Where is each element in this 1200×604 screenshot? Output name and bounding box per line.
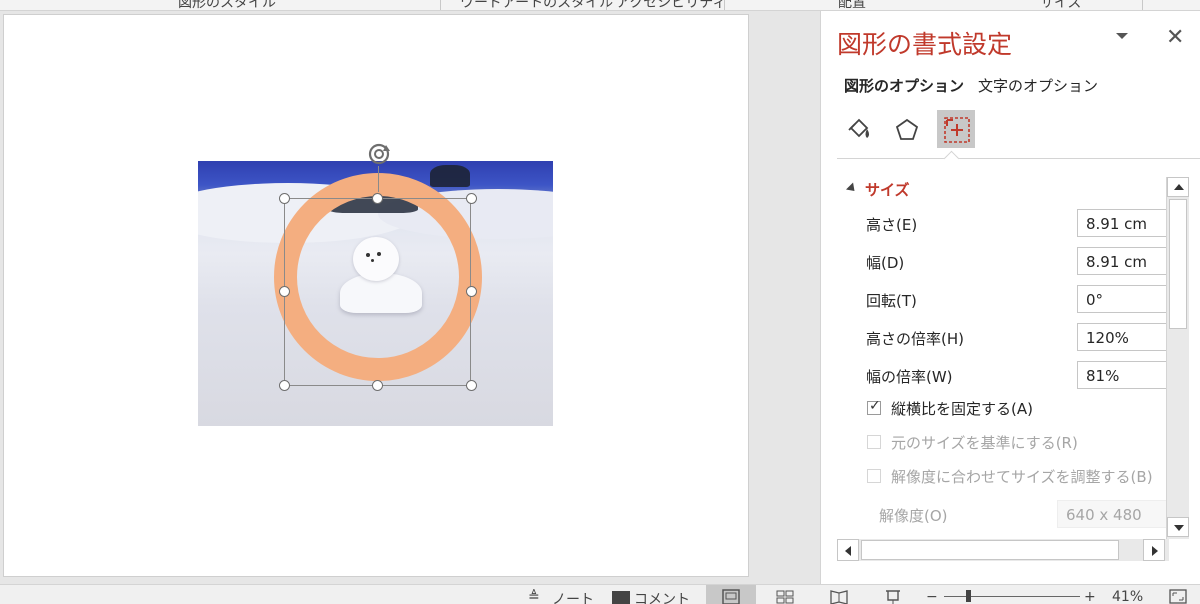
reading-view-icon <box>830 590 848 604</box>
comments-button[interactable]: コメント <box>634 589 690 604</box>
close-icon[interactable]: ✕ <box>1166 25 1184 50</box>
resize-handle-bottom[interactable] <box>372 380 383 391</box>
best-scale-checkbox <box>867 469 881 483</box>
arrow-left-icon <box>845 546 851 556</box>
relative-to-original-checkbox <box>867 435 881 449</box>
collapse-triangle-icon[interactable] <box>845 182 859 195</box>
ribbon-separator <box>724 0 725 10</box>
arrow-down-icon <box>1174 525 1184 531</box>
scroll-down-button[interactable] <box>1167 517 1189 537</box>
effects-button[interactable] <box>887 110 925 148</box>
height-input[interactable]: 8.91 cm <box>1077 209 1167 237</box>
rotation-label: 回転(T) <box>866 292 917 310</box>
selection-box <box>284 198 471 386</box>
arrow-up-icon <box>1174 184 1184 190</box>
ribbon-group-accessibility[interactable]: アクセシビリティ <box>616 0 726 10</box>
status-bar: ≜ ノート コメント − + 41% <box>0 584 1200 604</box>
slide-sorter-button[interactable] <box>760 585 810 604</box>
resize-handle-bottom-right[interactable] <box>466 380 477 391</box>
size-properties-button[interactable] <box>937 110 975 148</box>
scale-height-label: 高さの倍率(H) <box>866 330 964 348</box>
lock-aspect-ratio-label[interactable]: 縦横比を固定する(A) <box>891 398 1033 419</box>
pane-options-chevron-down-icon[interactable] <box>1116 33 1128 39</box>
width-input[interactable]: 8.91 cm <box>1077 247 1167 275</box>
reading-view-button[interactable] <box>814 585 864 604</box>
size-properties-icon <box>944 117 970 143</box>
scroll-right-button[interactable] <box>1143 539 1165 561</box>
notes-icon: ≜ <box>528 589 540 604</box>
pane-vertical-scrollbar[interactable] <box>1166 177 1189 539</box>
tab-shape-options[interactable]: 図形のオプション <box>844 75 964 96</box>
tab-divider <box>837 158 1200 159</box>
ribbon-separator <box>440 0 441 10</box>
scale-height-input[interactable]: 120% <box>1077 323 1167 351</box>
best-scale-label: 解像度に合わせてサイズを調整する(B) <box>891 468 1153 486</box>
fill-line-icon <box>848 118 869 138</box>
width-label: 幅(D) <box>866 254 905 272</box>
fit-to-window-button[interactable] <box>1160 585 1196 604</box>
rotation-input[interactable]: 0° <box>1077 285 1167 313</box>
horizontal-scroll-thumb[interactable] <box>861 540 1119 560</box>
resolution-select: 640 x 480 <box>1057 500 1167 528</box>
checkmark-icon: ✓ <box>869 398 881 414</box>
zoom-slider-track[interactable] <box>944 596 1080 597</box>
fill-line-button[interactable] <box>839 110 877 148</box>
fit-window-icon <box>1169 589 1187 604</box>
effects-icon <box>895 118 919 140</box>
resolution-label: 解像度(O) <box>879 507 948 525</box>
scroll-left-button[interactable] <box>837 539 859 561</box>
slideshow-button[interactable] <box>868 585 918 604</box>
rotate-handle-icon[interactable] <box>364 139 394 169</box>
pane-horizontal-scrollbar[interactable] <box>837 539 1169 561</box>
rotation-stem <box>378 166 379 192</box>
resize-handle-right[interactable] <box>466 286 477 297</box>
slide-editor <box>0 11 820 584</box>
resize-handle-bottom-left[interactable] <box>279 380 290 391</box>
ribbon-group-arrange[interactable]: 配置 <box>838 0 866 10</box>
normal-view-button[interactable] <box>706 585 756 604</box>
tab-text-options[interactable]: 文字のオプション <box>978 75 1098 96</box>
height-label: 高さ(E) <box>866 216 918 234</box>
resize-handle-top[interactable] <box>372 193 383 204</box>
pane-title: 図形の書式設定 <box>837 30 1013 59</box>
resize-handle-left[interactable] <box>279 286 290 297</box>
ribbon-group-shape-styles[interactable]: 図形のスタイル <box>178 0 276 10</box>
slide-sorter-icon <box>776 590 794 604</box>
section-size-header[interactable]: サイズ <box>865 179 910 200</box>
ribbon-separator <box>1142 0 1143 10</box>
normal-view-icon <box>722 589 740 604</box>
zoom-out-button[interactable]: − <box>926 589 938 604</box>
slideshow-icon <box>886 590 900 604</box>
lock-aspect-ratio-checkbox[interactable]: ✓ <box>867 398 881 415</box>
zoom-level[interactable]: 41% <box>1112 589 1143 604</box>
relative-to-original-label: 元のサイズを基準にする(R) <box>891 434 1078 452</box>
tab-pointer <box>943 150 960 167</box>
slide-canvas[interactable] <box>3 14 749 577</box>
scale-width-input[interactable]: 81% <box>1077 361 1167 389</box>
photo-trees <box>430 165 470 187</box>
zoom-slider-thumb[interactable] <box>966 590 971 602</box>
resize-handle-top-right[interactable] <box>466 193 477 204</box>
format-shape-pane: 図形の書式設定 ✕ 図形のオプション 文字のオプション サイズ 高さ(E) 8.… <box>820 11 1200 584</box>
zoom-in-button[interactable]: + <box>1084 589 1096 604</box>
scroll-up-button[interactable] <box>1167 177 1189 197</box>
resize-handle-top-left[interactable] <box>279 193 290 204</box>
ribbon-strip: 図形のスタイル ワードアートのスタイル アクセシビリティ 配置 サイズ <box>0 0 1200 11</box>
comments-icon <box>612 591 630 604</box>
ribbon-group-wordart-styles[interactable]: ワードアートのスタイル <box>460 0 613 10</box>
notes-button[interactable]: ノート <box>552 589 594 604</box>
ribbon-group-size[interactable]: サイズ <box>1040 0 1082 10</box>
scale-width-label: 幅の倍率(W) <box>866 368 953 386</box>
vertical-scroll-thumb[interactable] <box>1169 199 1187 329</box>
ribbon-separator <box>606 0 607 10</box>
arrow-right-icon <box>1152 546 1158 556</box>
